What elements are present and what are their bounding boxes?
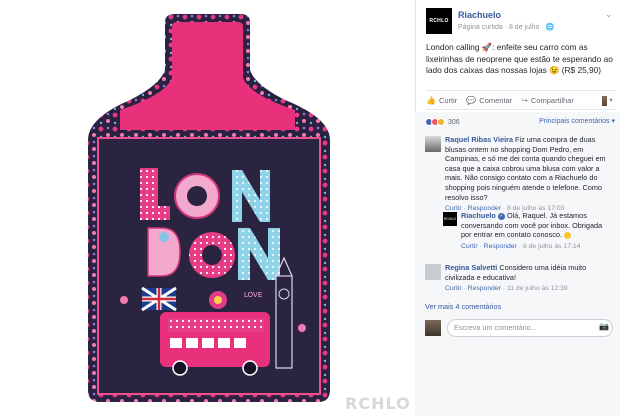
comment-meta: Curtir · Responder · 11 de julho às 12:3… [445,285,568,293]
comment-like-link[interactable]: Curtir [461,243,478,250]
comment-author[interactable]: Raquel Ribas Vieira [445,135,513,144]
caret-down-icon: ▼ [608,98,614,104]
post-photo[interactable]: LOVE RCHLO [0,0,415,416]
share-button[interactable]: ↪ Compartilhar [521,96,574,105]
commenter-avatar[interactable] [425,264,441,280]
avatar [602,96,608,106]
comment-composer: Escreva um comentário... 📷 [425,318,615,340]
post-header: RCHLO Riachuelo Página curtida · 8 de ju… [426,8,616,38]
camera-icon[interactable]: 📷 [599,322,609,331]
haha-reaction-icon [437,118,445,126]
car-trash-bag-image: LOVE [88,14,330,402]
thumbs-up-icon: 👍 [426,95,436,105]
verified-badge-icon: ✓ [497,212,505,220]
comments-section: 306 Principais comentários ▾ Raquel Riba… [415,112,620,416]
commenter-avatar[interactable] [425,136,441,152]
page-reply-avatar[interactable]: RCHLO [443,212,457,226]
comment-text: Fiz uma compra de duas blusas ontem no s… [445,135,606,202]
comment-sort-dropdown[interactable]: Principais comentários ▾ [539,117,615,125]
comment-reply-link[interactable]: Responder [468,285,501,292]
comment-author[interactable]: Riachuelo [461,211,496,220]
love-text: LOVE [244,291,262,299]
comment-reply-link[interactable]: Responder [484,243,517,250]
page-name-link[interactable]: Riachuelo [458,10,501,20]
post-meta: Página curtida · 8 de julho · 🌐 [458,24,555,31]
reactions-summary[interactable]: 306 Principais comentários ▾ [425,115,615,129]
post-as-selector[interactable]: ▼ [602,95,614,107]
comment-input[interactable]: Escreva um comentário... [447,319,613,337]
post-options-chevron-icon[interactable]: ⌄ [605,10,614,19]
comment-author[interactable]: Regina Salvetti [445,263,497,272]
comment-date[interactable]: 8 de julho às 17:14 [523,243,580,250]
like-button[interactable]: 👍 Curtir [426,96,457,105]
smile-emoji-icon [564,231,572,239]
globe-icon: 🌐 [545,24,555,31]
comment-icon: 💬 [466,95,477,105]
view-more-comments-link[interactable]: Ver mais 4 comentários [425,302,501,311]
reactions-count: 306 [448,118,460,126]
page-avatar[interactable]: RCHLO [426,8,452,34]
photo-watermark: RCHLO [345,394,411,413]
comment-meta: Curtir · Responder · 8 de julho às 17:14 [461,242,581,250]
avatar [425,320,441,336]
comment-button[interactable]: 💬 Comentar [466,96,512,105]
comment-date[interactable]: 11 de julho às 12:39 [507,285,568,292]
share-icon: ↪ [521,95,528,105]
post-text: London calling 🚀: enfeite seu carro com … [426,42,613,75]
post-actions-bar: 👍 Curtir 💬 Comentar ↪ Compartilhar ▼ [426,90,616,110]
big-ben-illustration [275,275,293,369]
comment-like-link[interactable]: Curtir [445,285,462,292]
